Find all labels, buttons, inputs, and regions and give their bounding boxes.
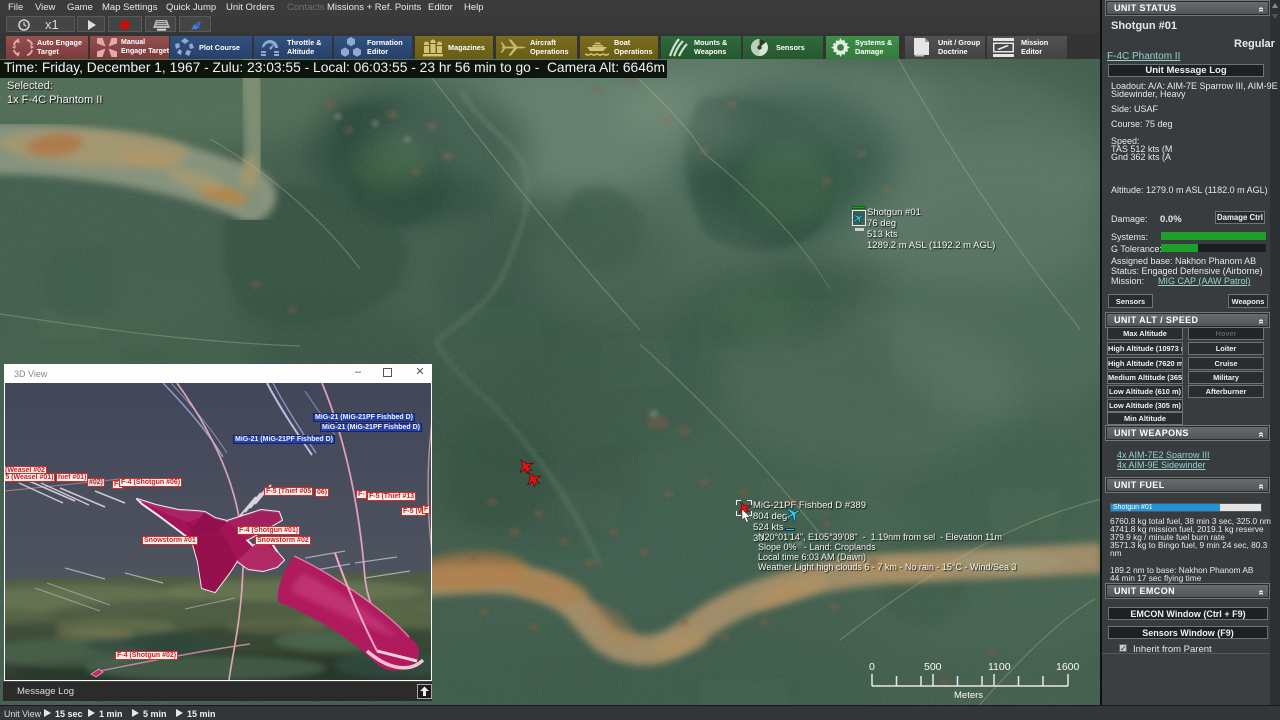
svg-text:1600: 1600	[1056, 661, 1080, 673]
svg-text:1100: 1100	[988, 661, 1011, 673]
svg-text:500: 500	[924, 661, 942, 673]
svg-text:Meters: Meters	[954, 690, 983, 701]
svg-text:0: 0	[869, 661, 875, 673]
